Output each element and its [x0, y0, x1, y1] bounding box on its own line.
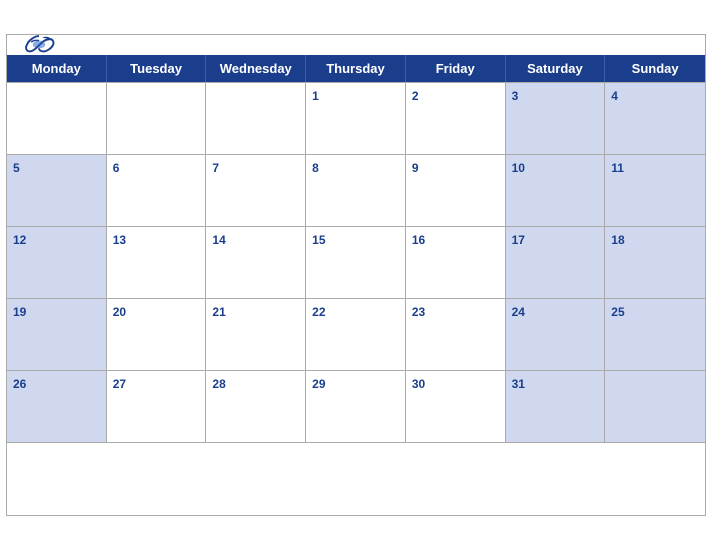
- cell-number: 17: [512, 233, 525, 247]
- calendar-cell: 21: [206, 299, 306, 371]
- cell-number: 19: [13, 305, 26, 319]
- day-header: Tuesday: [107, 55, 207, 82]
- calendar-cell: 15: [306, 227, 406, 299]
- calendar-cell: 31: [506, 371, 606, 443]
- cell-number: 27: [113, 377, 126, 391]
- cell-number: 20: [113, 305, 126, 319]
- calendar: MondayTuesdayWednesdayThursdayFridaySatu…: [6, 34, 706, 516]
- cell-number: 10: [512, 161, 525, 175]
- cell-number: 4: [611, 89, 618, 103]
- day-header: Thursday: [306, 55, 406, 82]
- calendar-cell: [206, 83, 306, 155]
- day-header: Wednesday: [206, 55, 306, 82]
- cell-number: 16: [412, 233, 425, 247]
- cell-number: 22: [312, 305, 325, 319]
- calendar-cell: 28: [206, 371, 306, 443]
- cell-number: 31: [512, 377, 525, 391]
- calendar-cell: 16: [406, 227, 506, 299]
- cell-number: 30: [412, 377, 425, 391]
- cell-number: 18: [611, 233, 624, 247]
- cell-number: 3: [512, 89, 519, 103]
- calendar-cell: 10: [506, 155, 606, 227]
- calendar-cell: 20: [107, 299, 207, 371]
- cell-number: 12: [13, 233, 26, 247]
- calendar-cell: 9: [406, 155, 506, 227]
- calendar-cell: 25: [605, 299, 705, 371]
- cell-number: 2: [412, 89, 419, 103]
- calendar-cell: 4: [605, 83, 705, 155]
- calendar-cell: 8: [306, 155, 406, 227]
- calendar-cell: 14: [206, 227, 306, 299]
- calendar-cell: 18: [605, 227, 705, 299]
- calendar-cell: 27: [107, 371, 207, 443]
- calendar-cell: [107, 83, 207, 155]
- cell-number: 7: [212, 161, 219, 175]
- cell-number: 26: [13, 377, 26, 391]
- cell-number: 5: [13, 161, 20, 175]
- calendar-cell: 11: [605, 155, 705, 227]
- cell-number: 15: [312, 233, 325, 247]
- cell-number: 11: [611, 161, 624, 175]
- cell-number: 29: [312, 377, 325, 391]
- day-headers: MondayTuesdayWednesdayThursdayFridaySatu…: [7, 55, 705, 82]
- cell-number: 25: [611, 305, 624, 319]
- calendar-cell: 24: [506, 299, 606, 371]
- cell-number: 28: [212, 377, 225, 391]
- cell-number: 13: [113, 233, 126, 247]
- calendar-cell: 30: [406, 371, 506, 443]
- cell-number: 8: [312, 161, 319, 175]
- calendar-cell: 12: [7, 227, 107, 299]
- calendar-cell: 1: [306, 83, 406, 155]
- cell-number: 1: [312, 89, 319, 103]
- day-header: Friday: [406, 55, 506, 82]
- logo-icon: [23, 35, 55, 55]
- calendar-cell: [605, 371, 705, 443]
- calendar-cell: 6: [107, 155, 207, 227]
- calendar-cell: 7: [206, 155, 306, 227]
- cell-number: 14: [212, 233, 225, 247]
- calendar-header: [7, 35, 705, 55]
- logo: [23, 35, 55, 56]
- calendar-cell: 3: [506, 83, 606, 155]
- calendar-cell: 29: [306, 371, 406, 443]
- calendar-cell: 23: [406, 299, 506, 371]
- calendar-cell: 2: [406, 83, 506, 155]
- cell-number: 24: [512, 305, 525, 319]
- day-header: Monday: [7, 55, 107, 82]
- cell-number: 21: [212, 305, 225, 319]
- calendar-grid: 1234567891011121314151617181920212223242…: [7, 82, 705, 515]
- cell-number: 23: [412, 305, 425, 319]
- cell-number: 9: [412, 161, 419, 175]
- calendar-cell: 5: [7, 155, 107, 227]
- calendar-cell: [7, 83, 107, 155]
- calendar-cell: 26: [7, 371, 107, 443]
- calendar-cell: 13: [107, 227, 207, 299]
- day-header: Saturday: [506, 55, 606, 82]
- day-header: Sunday: [605, 55, 705, 82]
- cell-number: 6: [113, 161, 120, 175]
- calendar-cell: 22: [306, 299, 406, 371]
- calendar-cell: 17: [506, 227, 606, 299]
- calendar-cell: 19: [7, 299, 107, 371]
